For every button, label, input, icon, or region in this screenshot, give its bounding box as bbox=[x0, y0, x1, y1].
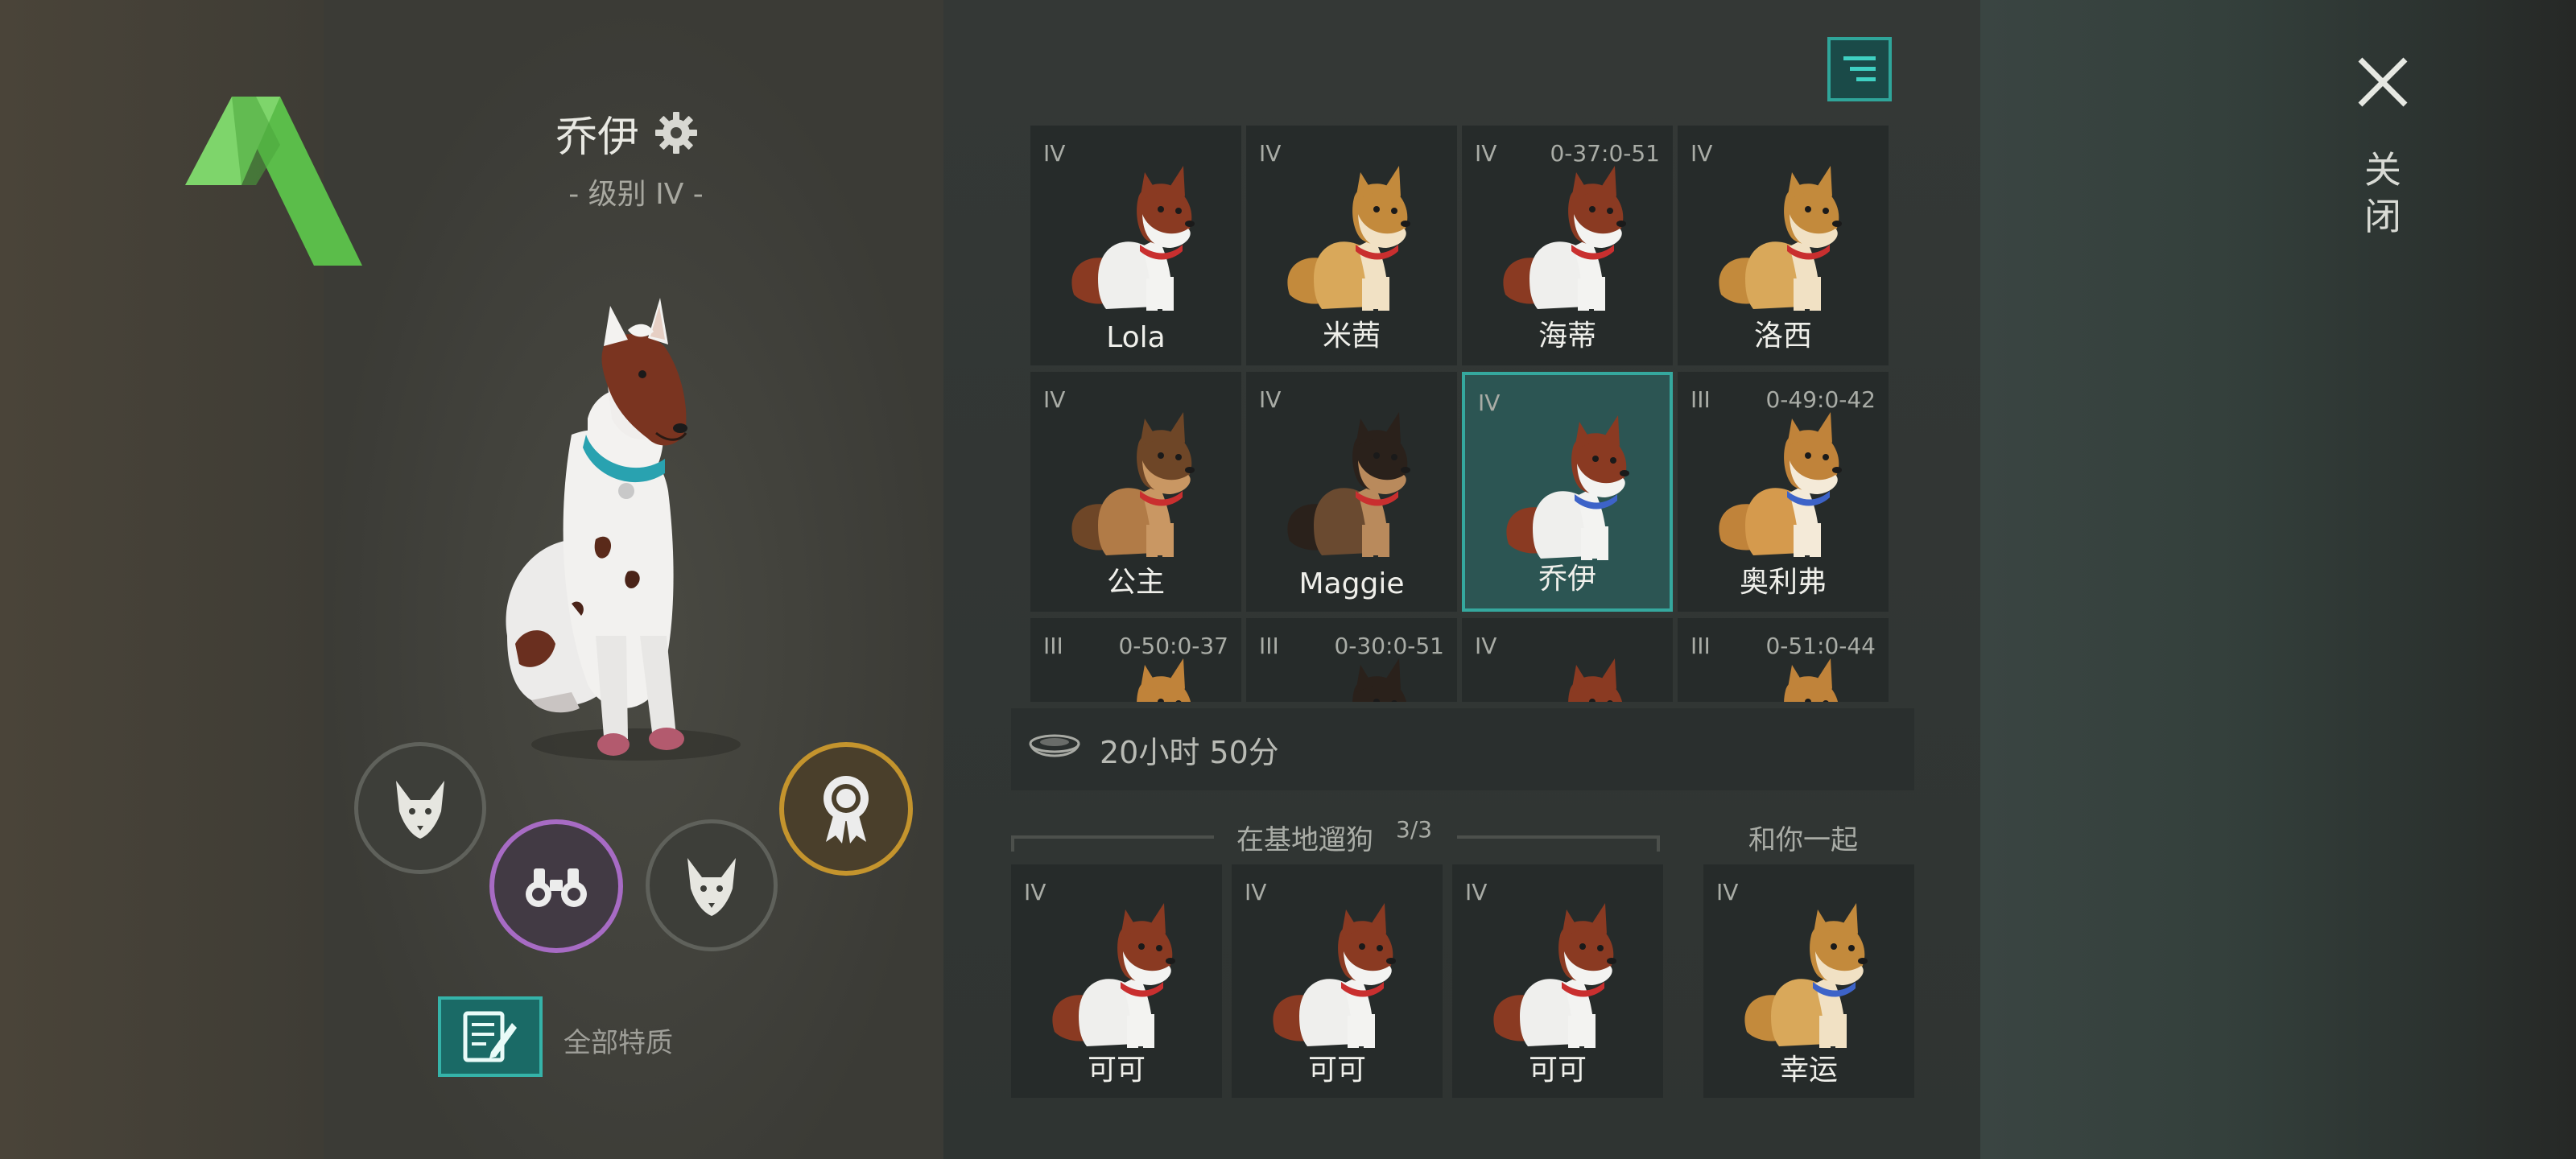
shiba-dog-icon bbox=[1719, 166, 1842, 311]
dog-card-name: 洛西 bbox=[1753, 320, 1812, 353]
dog-slot-level: IV bbox=[1024, 879, 1046, 905]
walk-section-tick-right bbox=[1657, 835, 1660, 852]
dog-slot-card[interactable]: IV 可可 bbox=[1232, 864, 1443, 1098]
husky-dog-icon bbox=[1493, 903, 1616, 1048]
dog-card[interactable]: IV 公主 bbox=[1030, 372, 1241, 612]
dog-card-level: IV bbox=[1043, 386, 1066, 413]
husky-dog-icon bbox=[1506, 415, 1629, 560]
shepherd-dog-icon bbox=[1071, 412, 1195, 557]
dog-card-level: IV bbox=[1259, 140, 1282, 167]
dog-card-timer: 0-51:0-44 bbox=[1765, 633, 1876, 659]
notes-icon bbox=[463, 1011, 517, 1062]
dog-card[interactable]: III 0-51:0-44 bbox=[1678, 618, 1889, 702]
dog-card-level: III bbox=[1690, 386, 1711, 413]
filter-icon bbox=[1843, 56, 1876, 81]
dog-card-timer: 0-37:0-51 bbox=[1550, 140, 1660, 167]
walk-section-count: 3/3 bbox=[1396, 816, 1433, 843]
dog-card-level: IV bbox=[1478, 390, 1501, 416]
dog-card[interactable]: IV Lola bbox=[1030, 126, 1241, 365]
award-button[interactable] bbox=[779, 742, 913, 876]
shepherd-dark-dog-icon bbox=[1287, 412, 1410, 557]
dog-card[interactable]: IV 0-37:0-51 海蒂 bbox=[1462, 126, 1673, 365]
fox-button-left[interactable] bbox=[354, 742, 486, 874]
with-you-section-title: 和你一起 bbox=[1748, 824, 1858, 856]
dog-card-level: IV bbox=[1475, 633, 1497, 659]
all-traits-label: 全部特质 bbox=[564, 1027, 673, 1059]
dog-card-timer: 0-49:0-42 bbox=[1765, 386, 1876, 413]
dog-slot-name: 可可 bbox=[1307, 1054, 1366, 1087]
dog-card[interactable]: IV bbox=[1462, 618, 1673, 702]
husky-dog-icon bbox=[1273, 903, 1396, 1048]
dog-slot-name: 可可 bbox=[1087, 1054, 1146, 1087]
award-icon bbox=[824, 776, 869, 843]
walk-section-divider-right bbox=[1457, 835, 1660, 839]
dog-card-name: 乔伊 bbox=[1538, 563, 1596, 596]
right-background bbox=[1980, 0, 2576, 1159]
walk-section-title: 在基地遛狗 bbox=[1236, 824, 1373, 856]
husky-dog-icon bbox=[1568, 658, 1623, 702]
dog-slot-level: IV bbox=[1716, 879, 1739, 905]
close-icon[interactable] bbox=[2354, 53, 2412, 111]
dog-card[interactable]: III 0-49:0-42 奥利弗 bbox=[1678, 372, 1889, 612]
dog-card-level: IV bbox=[1690, 140, 1713, 167]
dog-card-level: III bbox=[1690, 633, 1711, 659]
husky-dog-icon bbox=[1503, 166, 1626, 311]
corgi-dog-icon bbox=[1719, 412, 1842, 557]
husky-dog-icon bbox=[1071, 166, 1195, 311]
dog-slot-card[interactable]: IV 可可 bbox=[1452, 864, 1663, 1098]
binoculars-button[interactable] bbox=[489, 819, 623, 953]
dog-card-level: III bbox=[1043, 633, 1063, 659]
dog-card-level: IV bbox=[1475, 140, 1497, 167]
dog-card-timer: 0-50:0-37 bbox=[1118, 633, 1228, 659]
dog-card-level: IV bbox=[1043, 140, 1066, 167]
fox-button-right[interactable] bbox=[646, 819, 778, 951]
all-traits-button[interactable] bbox=[438, 996, 543, 1077]
dog-slot-card[interactable]: IV 可可 bbox=[1011, 864, 1222, 1098]
husky-dog-icon bbox=[1052, 903, 1175, 1048]
dog-card[interactable]: IV Maggie bbox=[1246, 372, 1457, 612]
dog-name: 乔伊 bbox=[555, 113, 640, 162]
fox-icon bbox=[687, 858, 736, 916]
filter-button[interactable] bbox=[1827, 37, 1892, 101]
dog-slot-name: 可可 bbox=[1528, 1054, 1587, 1087]
binoculars-icon bbox=[526, 868, 587, 907]
shiba-dog-icon bbox=[1744, 903, 1868, 1048]
dog-slot-name: 幸运 bbox=[1779, 1054, 1838, 1087]
dog-slot-level: IV bbox=[1465, 879, 1488, 905]
dog-card-name: 奥利弗 bbox=[1739, 566, 1827, 599]
walk-section-divider-left bbox=[1011, 835, 1214, 839]
food-bowl-icon bbox=[1029, 734, 1080, 757]
shiba-dog-icon bbox=[1287, 166, 1410, 311]
close-label[interactable]: 关闭 bbox=[2360, 146, 2405, 240]
dog-card-name: 海蒂 bbox=[1538, 320, 1596, 353]
dog-card-selected[interactable]: IV 乔伊 bbox=[1462, 372, 1673, 612]
dog-slot-card[interactable]: IV 幸运 bbox=[1703, 864, 1914, 1098]
dog-card-timer: 0-30:0-51 bbox=[1334, 633, 1444, 659]
food-timer-bar: 20小时 50分 bbox=[1011, 708, 1914, 790]
dog-card-name: Lola bbox=[1106, 321, 1166, 354]
dog-grid[interactable]: IV Lola IV 米茜 IV 0-37:0-51 海蒂 IV 洛西 IV 公主 IV Maggie I… bbox=[1030, 126, 1893, 702]
dog-level: - 级别 IV - bbox=[568, 178, 704, 211]
food-timer-text: 20小时 50分 bbox=[1100, 734, 1279, 770]
dog-slot-level: IV bbox=[1245, 879, 1267, 905]
green-a-logo-icon bbox=[185, 97, 362, 266]
dog-title: 乔伊 bbox=[555, 105, 699, 162]
dog-card-name: 米茜 bbox=[1322, 320, 1381, 353]
dog-card-level: IV bbox=[1259, 386, 1282, 413]
dog-card-level: III bbox=[1259, 633, 1279, 659]
fox-icon bbox=[396, 781, 444, 839]
dog-card-name: 公主 bbox=[1106, 566, 1165, 599]
dog-card[interactable]: IV 米茜 bbox=[1246, 126, 1457, 365]
dog-card[interactable]: III 0-30:0-51 bbox=[1246, 618, 1457, 702]
dog-card[interactable]: III 0-50:0-37 bbox=[1030, 618, 1241, 702]
dog-card-name: Maggie bbox=[1298, 567, 1405, 600]
dog-card[interactable]: IV 洛西 bbox=[1678, 126, 1889, 365]
dog-3d-model bbox=[506, 298, 741, 761]
walk-section-tick-left bbox=[1011, 835, 1014, 852]
gear-icon[interactable] bbox=[654, 110, 699, 155]
